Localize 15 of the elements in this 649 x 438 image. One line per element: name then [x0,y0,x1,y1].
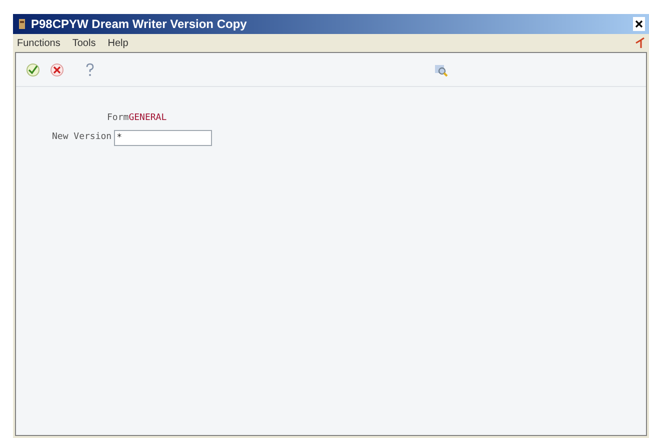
ok-check-icon[interactable] [26,62,40,76]
menu-item[interactable]: Functions [17,36,60,50]
search-icon[interactable] [434,62,448,76]
field-label: New Version [52,130,112,144]
menu-item[interactable]: Tools [72,36,96,50]
app-icon [17,18,27,30]
form-name: GENERAL [128,112,167,125]
help-icon[interactable] [86,62,94,76]
cancel-x-icon[interactable] [50,62,64,76]
close-button[interactable] [633,17,645,31]
pin-icon[interactable] [635,37,645,49]
menu-item[interactable]: Help [108,36,128,50]
form-label: Form [107,112,129,125]
window-title: P98CPYW Dream Writer Version Copy [31,16,247,33]
input-field[interactable]: * [114,130,212,146]
